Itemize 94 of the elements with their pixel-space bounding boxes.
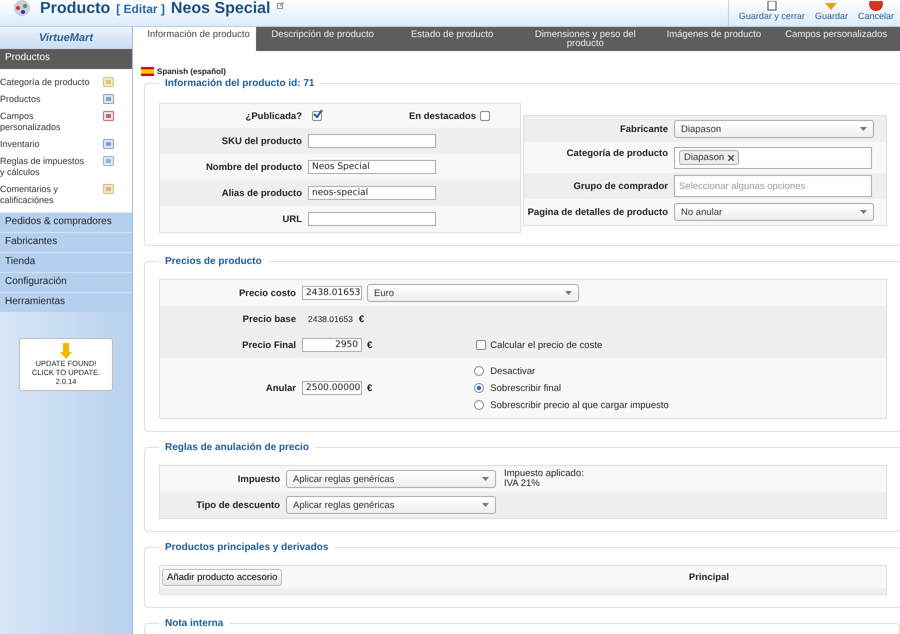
sidebar-item[interactable]: Comentarios y calificaciónes: [0, 184, 90, 206]
option-label: Desactivar: [490, 366, 536, 376]
field-label: Impuesto: [236, 474, 281, 484]
tag[interactable]: Diapason: [679, 150, 740, 165]
radio-button[interactable]: [474, 400, 484, 410]
remove-icon[interactable]: [728, 154, 734, 160]
select-field[interactable]: Aplicar reglas genéricas: [286, 470, 496, 488]
menu-item-icon: [103, 156, 114, 166]
option-label: Sobrescribir precio al que cargar impuesto: [490, 400, 669, 410]
menu-item-icon: [103, 94, 114, 104]
radio-button[interactable]: [474, 383, 484, 393]
sidebar-item[interactable]: Categoría de producto: [0, 77, 90, 88]
language-label: Spanish (español): [157, 67, 226, 76]
option-label: Calcular el precio de coste: [490, 340, 602, 350]
field-label: Pagina de detalles de producto: [526, 206, 669, 218]
field-label: Precio costo: [238, 288, 297, 298]
field-label: Grupo de comprador: [572, 180, 669, 192]
text-field[interactable]: [308, 134, 436, 148]
document-icon: [766, 1, 778, 11]
section-title: Precios de producto: [164, 256, 263, 267]
cancel-button[interactable]: Cancelar: [858, 0, 894, 26]
field-label: Alias de producto: [220, 188, 303, 198]
currency-symbol: €: [358, 314, 364, 324]
option-label: Sobrescribir final: [490, 382, 562, 394]
menu-item-icon: [103, 139, 114, 149]
tab[interactable]: Campos personalizados: [772, 27, 900, 51]
field-label: ¿Publicada?: [244, 110, 303, 122]
tax-note: Impuesto aplicado: IVA 21%: [504, 467, 584, 489]
text-field[interactable]: 2438.01653: [302, 286, 362, 300]
sidebar-section[interactable]: Configuración: [0, 272, 132, 292]
field-label: Categoría de producto: [566, 147, 669, 159]
section-title: Productos principales y derivados: [164, 542, 330, 553]
text-field[interactable]: 2500.00000: [302, 381, 362, 395]
sidebar-section[interactable]: Herramientas: [0, 292, 132, 312]
currency-symbol: €: [367, 340, 372, 350]
sidebar-section[interactable]: Fabricantes: [0, 232, 132, 252]
edit-label: [ Editar ]: [116, 2, 165, 16]
currency-symbol: €: [367, 382, 372, 394]
checkbox[interactable]: [480, 111, 490, 121]
menu-item-icon: [103, 77, 114, 87]
tag-field[interactable]: Diapason: [674, 146, 872, 168]
text-field[interactable]: 2950: [302, 338, 362, 352]
text-field[interactable]: neos-special: [308, 186, 436, 200]
sidebar-item[interactable]: Campos personalizados: [0, 111, 90, 133]
sidebar-section[interactable]: Pedidos & compradores: [0, 212, 132, 232]
radio-button[interactable]: [474, 366, 484, 376]
section-title: Nota interna: [164, 618, 224, 629]
section-title: Información del producto id: 71: [164, 78, 316, 89]
field-label: URL: [281, 214, 303, 224]
text-field[interactable]: Neos Special: [308, 160, 436, 174]
flag-icon: [141, 67, 154, 76]
caret-icon: [860, 210, 867, 214]
sidebar-item[interactable]: Inventario: [0, 139, 40, 150]
page-title: Producto: [40, 0, 110, 18]
field-label: Nombre del producto: [204, 162, 303, 172]
field-label: Tipo de descuento: [195, 500, 281, 510]
field-label: SKU del producto: [220, 136, 303, 146]
text-field[interactable]: [308, 212, 436, 226]
field-label: Anular: [264, 382, 297, 394]
price-value: 2438.01653: [308, 314, 353, 324]
caret-icon: [482, 503, 489, 507]
select-field[interactable]: Euro: [367, 284, 579, 302]
checkbox[interactable]: [312, 111, 322, 121]
select-field[interactable]: Diapason: [674, 120, 874, 138]
sidebar-item[interactable]: Productos: [0, 94, 41, 105]
caret-icon: [860, 127, 867, 131]
sidebar-section[interactable]: Productos: [0, 49, 132, 69]
tab[interactable]: Descripción de producto: [256, 27, 390, 51]
menu-item-icon: [103, 111, 114, 121]
field-label: Fabricante: [618, 124, 669, 134]
checkbox[interactable]: [476, 340, 486, 350]
logo: VirtueMart: [0, 27, 132, 49]
column-header: Principal: [688, 572, 729, 582]
tab[interactable]: Estado de producto: [389, 27, 516, 51]
caret-icon: [565, 291, 572, 295]
tab[interactable]: Información de producto: [141, 27, 256, 51]
save-close-button[interactable]: Guardar y cerrar: [738, 0, 805, 26]
select-field[interactable]: No anular: [674, 203, 874, 221]
save-button[interactable]: Guardar: [814, 0, 848, 26]
add-accessory-button[interactable]: Añadir producto accesorio: [162, 568, 282, 586]
external-link-icon: [276, 2, 284, 9]
menu-item-icon: [103, 184, 114, 194]
field-label: Precio Final: [241, 340, 297, 350]
select-field[interactable]: Aplicar reglas genéricas: [286, 496, 496, 514]
section-title: Reglas de anulación de precio: [164, 442, 310, 453]
field-label: En destacados: [408, 110, 476, 122]
sidebar-item[interactable]: Reglas de impuestos y cálculos: [0, 156, 90, 178]
sidebar-section[interactable]: Tienda: [0, 252, 132, 272]
tab[interactable]: Dimensiones y peso del producto: [515, 27, 656, 51]
product-name: Neos Special: [170, 0, 270, 18]
caret-icon: [482, 477, 489, 481]
field-label: Precio base: [242, 314, 297, 324]
tab[interactable]: Imágenes de producto: [655, 27, 772, 51]
warning-icon: [60, 343, 72, 359]
